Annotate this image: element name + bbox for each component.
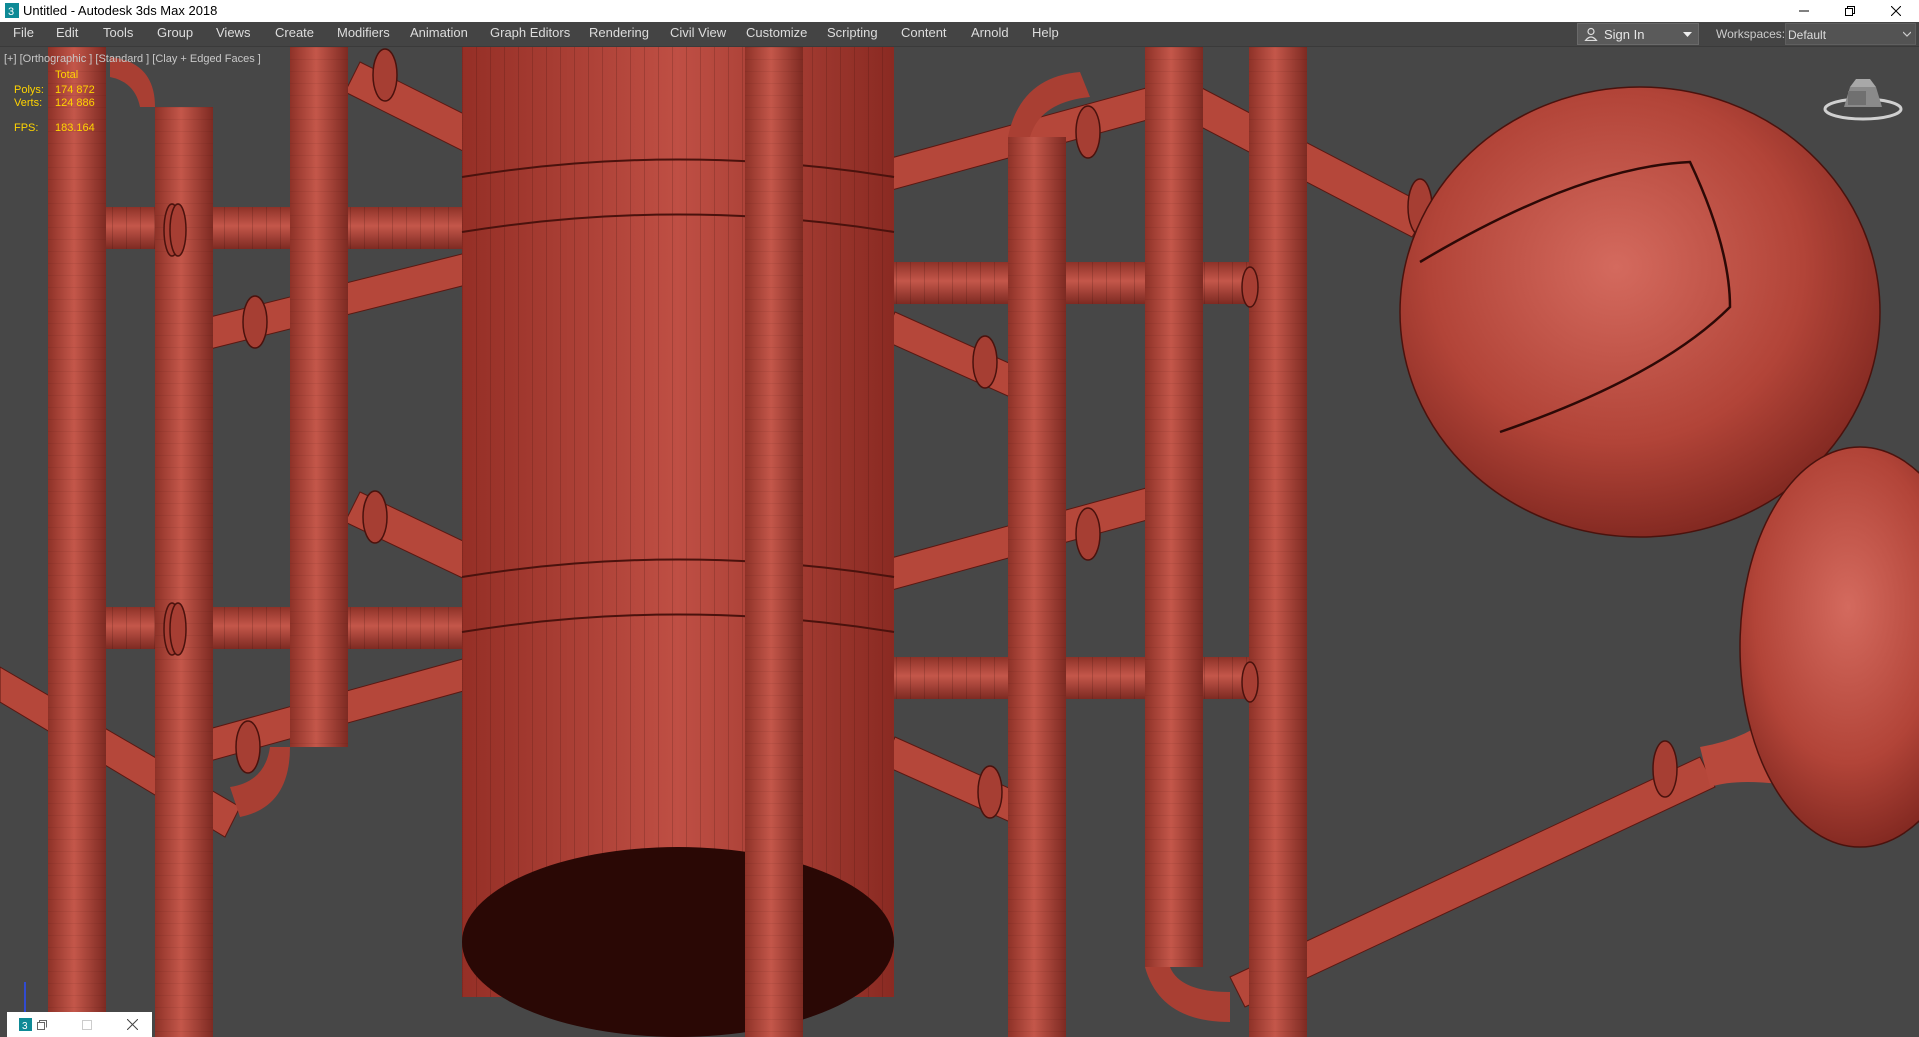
svg-text:3: 3 bbox=[22, 1021, 28, 1031]
workspaces-value: Default bbox=[1788, 28, 1827, 42]
viewport[interactable]: [+] [Orthographic ] [Standard ] [Clay + … bbox=[0, 47, 1919, 1037]
menu-scripting[interactable]: Scripting bbox=[827, 25, 878, 40]
viewcube-icon[interactable] bbox=[1820, 77, 1906, 127]
menu-modifiers[interactable]: Modifiers bbox=[337, 25, 390, 40]
close-button[interactable] bbox=[1873, 0, 1919, 22]
menu-graph-editors[interactable]: Graph Editors bbox=[490, 25, 570, 40]
menu-content[interactable]: Content bbox=[901, 25, 947, 40]
sign-in-dropdown[interactable]: Sign In bbox=[1577, 23, 1699, 45]
title-bar: 3 Untitled - Autodesk 3ds Max 2018 bbox=[0, 0, 1919, 22]
menu-arnold[interactable]: Arnold bbox=[971, 25, 1009, 40]
minimize-button[interactable] bbox=[1781, 0, 1827, 22]
restore-button[interactable] bbox=[1827, 0, 1873, 22]
3dsmax-icon: 3 bbox=[5, 3, 19, 18]
menu-rendering[interactable]: Rendering bbox=[589, 25, 649, 40]
workspaces-select[interactable]: Default bbox=[1785, 23, 1916, 45]
workspaces-label: Workspaces: bbox=[1716, 27, 1786, 41]
minimized-window[interactable]: 3 bbox=[7, 1012, 152, 1037]
menu-create[interactable]: Create bbox=[275, 25, 314, 40]
menu-edit[interactable]: Edit bbox=[56, 25, 78, 40]
menu-civil-view[interactable]: Civil View bbox=[670, 25, 726, 40]
stats-fps-value: 183.164 bbox=[55, 122, 95, 134]
maximize-icon[interactable] bbox=[82, 1020, 92, 1030]
menu-customize[interactable]: Customize bbox=[746, 25, 807, 40]
window-title: Untitled - Autodesk 3ds Max 2018 bbox=[23, 3, 218, 18]
menu-group[interactable]: Group bbox=[157, 25, 193, 40]
central-cylinder bbox=[461, 47, 895, 1037]
chevron-down-icon bbox=[1683, 32, 1692, 37]
restore-icon[interactable] bbox=[37, 1020, 47, 1030]
minimize-icon bbox=[1799, 10, 1809, 12]
menu-tools[interactable]: Tools bbox=[103, 25, 133, 40]
stats-polys-value: 174 872 bbox=[55, 84, 95, 96]
sign-in-label: Sign In bbox=[1604, 27, 1645, 42]
sphere-tank bbox=[1399, 86, 1919, 848]
close-icon[interactable] bbox=[127, 1019, 138, 1030]
viewport-label[interactable]: [+] [Orthographic ] [Standard ] [Clay + … bbox=[4, 53, 261, 65]
chevron-down-icon bbox=[1903, 31, 1911, 37]
user-icon bbox=[1584, 27, 1598, 41]
menu-animation[interactable]: Animation bbox=[410, 25, 468, 40]
3dsmax-icon: 3 bbox=[19, 1018, 32, 1031]
svg-text:3: 3 bbox=[8, 6, 14, 18]
close-icon bbox=[1891, 6, 1901, 16]
stats-verts-value: 124 886 bbox=[55, 97, 95, 109]
menu-file[interactable]: File bbox=[13, 25, 34, 40]
menu-views[interactable]: Views bbox=[216, 25, 250, 40]
stats-header: Total bbox=[55, 69, 79, 81]
stats-polys-label: Polys: bbox=[14, 84, 44, 96]
stats-verts-label: Verts: bbox=[14, 97, 43, 109]
menu-help[interactable]: Help bbox=[1032, 25, 1059, 40]
stats-fps-label: FPS: bbox=[14, 122, 39, 134]
restore-icon bbox=[1845, 6, 1855, 16]
scene-render bbox=[0, 47, 1919, 1037]
